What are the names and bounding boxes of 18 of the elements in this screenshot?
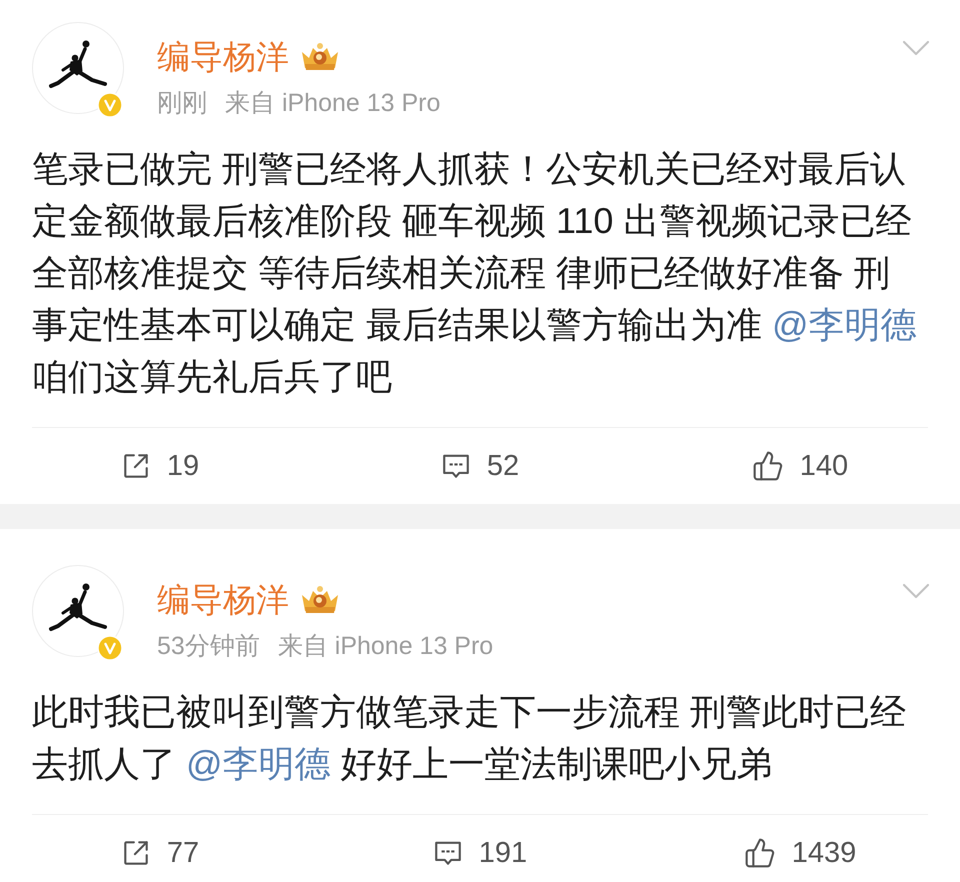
- thumbs-up-icon: [752, 450, 784, 482]
- repost-button[interactable]: 77: [120, 836, 200, 870]
- post-source: 来自 iPhone 13 Pro: [278, 631, 494, 661]
- thumbs-up-icon: [744, 837, 776, 869]
- post-text: 此时我已被叫到警方做笔录走下一步流程 刑警此时已经去抓人了 @李明德 好好上一堂法制课吧小兄弟: [32, 690, 908, 786]
- crown-icon[interactable]: [299, 42, 341, 72]
- crown-icon[interactable]: [299, 585, 341, 615]
- post-text: 笔录已做完 刑警已经将人抓获！公安机关已经对最后认定金额做最后核准阶段 砸车视频 110 出警视频记录已经全部核准提交 等待后续相关流程 律师已经做好准备 刑事定性基本可以确定 最后结果以警方输出为准 @李明德 咱们这算先礼后兵了吧: [32, 147, 918, 399]
- comment-button[interactable]: 191: [432, 836, 528, 870]
- mention-link[interactable]: @李明德: [186, 743, 331, 784]
- post-source: 来自 iPhone 13 Pro: [225, 88, 440, 118]
- like-button[interactable]: 1439: [744, 836, 856, 870]
- like-button[interactable]: 140: [752, 449, 848, 483]
- repost-button[interactable]: 19: [120, 449, 200, 483]
- mention-link[interactable]: @李明德: [772, 304, 917, 345]
- comment-button[interactable]: 52: [440, 449, 520, 483]
- post-time: 刚刚: [157, 88, 207, 118]
- post-time: 53分钟前: [157, 631, 260, 661]
